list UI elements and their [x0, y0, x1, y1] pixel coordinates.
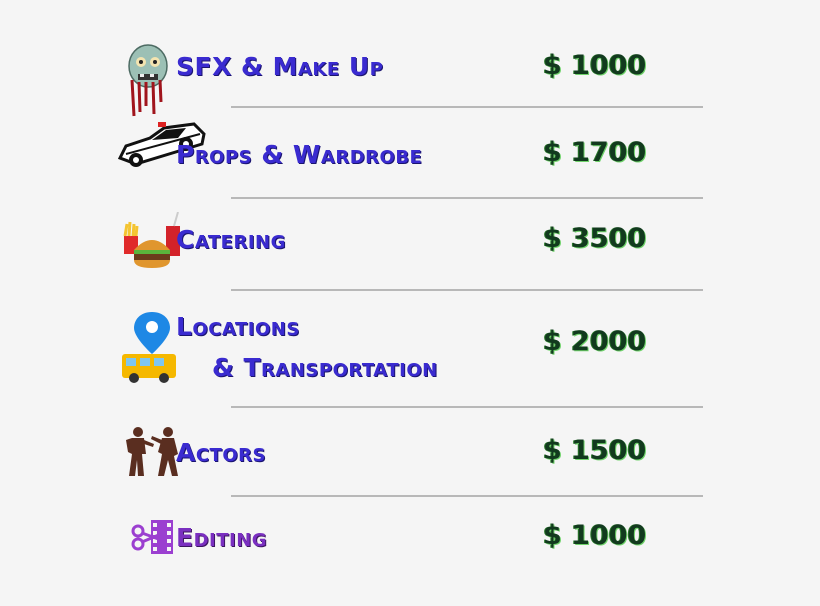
location-pin-bus-icon	[122, 312, 176, 383]
burger-fries-drink-icon	[123, 212, 180, 268]
zombie-head-icon	[128, 44, 168, 117]
divider	[231, 495, 703, 497]
locations-label-line2: & Transportation	[212, 353, 438, 382]
scissors-film-icon	[131, 520, 173, 554]
divider	[231, 197, 703, 199]
divider	[231, 406, 703, 408]
catering-label: Catering	[176, 225, 286, 254]
sfx-price: $ 1000	[543, 50, 647, 81]
sfx-label: SFX & Make Up	[176, 52, 384, 81]
locations-price: $ 2000	[543, 326, 647, 357]
editing-price: $ 1000	[543, 520, 647, 551]
props-label: Props & Wardrobe	[176, 140, 423, 169]
divider	[231, 289, 703, 291]
editing-label: Editing	[176, 523, 268, 552]
props-price: $ 1700	[543, 137, 647, 168]
divider	[231, 106, 703, 108]
actors-price: $ 1500	[543, 435, 647, 466]
catering-price: $ 3500	[543, 223, 647, 254]
locations-label-line1: Locations	[176, 312, 300, 341]
actors-label: Actors	[176, 438, 266, 467]
